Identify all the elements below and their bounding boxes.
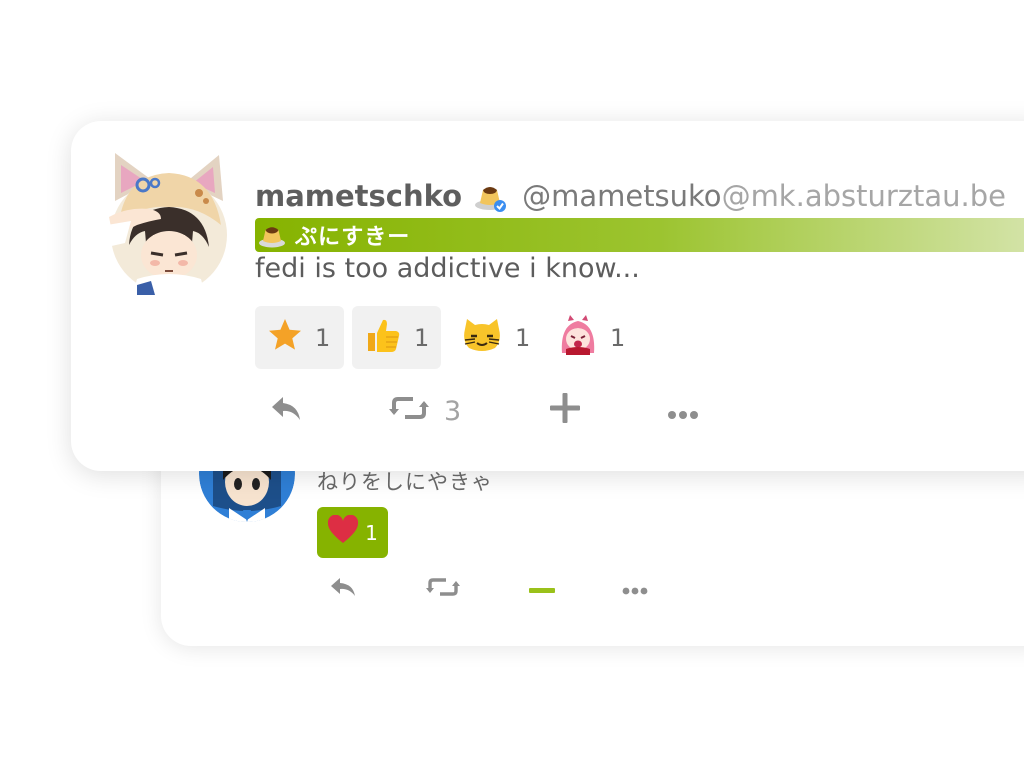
display-name[interactable]: mametschko — [255, 179, 462, 213]
parent-reply-button[interactable] — [329, 573, 357, 605]
reply-icon — [329, 575, 357, 603]
minus-icon — [529, 580, 555, 599]
user-badge-bar: ぷにすきー — [255, 218, 1024, 252]
heart-icon — [327, 514, 359, 550]
renote-button[interactable]: 3 — [388, 391, 461, 431]
reaction-count: 1 — [610, 323, 626, 352]
react-button[interactable] — [550, 391, 580, 431]
renote-count: 3 — [444, 395, 462, 427]
parent-react-button[interactable] — [529, 573, 555, 605]
note-header: mametschko @mametsuko@mk.absturztau.be — [255, 176, 1006, 216]
note-actions: 3 — [255, 391, 755, 431]
parent-reaction-count: 1 — [365, 520, 378, 545]
pudding-icon — [257, 221, 287, 249]
note-card: mametschko @mametsuko@mk.absturztau.be ぷ… — [71, 121, 1024, 471]
reaction-thumbs-up[interactable]: 1 — [352, 306, 441, 369]
reaction-star[interactable]: 1 — [255, 306, 344, 369]
pudding-icon — [474, 179, 508, 213]
note-text: fedi is too addictive i know... — [255, 253, 640, 284]
reaction-count: 1 — [414, 323, 430, 352]
cat-face-icon — [461, 317, 503, 359]
repeat-icon — [426, 575, 460, 603]
anime-girl-emoji-icon — [558, 314, 598, 361]
repeat-icon — [388, 393, 430, 430]
reply-button[interactable] — [269, 391, 303, 431]
thumbs-up-icon — [364, 316, 402, 360]
reaction-custom-emoji[interactable]: 1 — [546, 306, 635, 369]
ellipsis-icon — [622, 580, 648, 599]
star-icon — [267, 317, 303, 359]
avatar[interactable] — [107, 151, 231, 295]
parent-more-button[interactable] — [622, 573, 648, 605]
username-host: @mk.absturztau.be — [721, 179, 1006, 213]
reaction-count: 1 — [515, 323, 531, 352]
plus-icon — [550, 392, 580, 430]
badge-label: ぷにすきー — [295, 225, 411, 250]
username-local: @mametsuko — [522, 179, 722, 213]
reaction-cat[interactable]: 1 — [449, 306, 538, 369]
reply-icon — [269, 393, 303, 430]
parent-note-actions — [317, 573, 737, 605]
more-button[interactable] — [667, 391, 699, 431]
username[interactable]: @mametsuko@mk.absturztau.be — [522, 179, 1006, 213]
reaction-count: 1 — [315, 323, 331, 352]
reactions-bar: 1 1 1 1 — [255, 306, 635, 369]
ellipsis-icon — [667, 396, 699, 427]
parent-renote-button[interactable] — [426, 573, 460, 605]
parent-reaction-heart[interactable]: 1 — [317, 507, 388, 558]
